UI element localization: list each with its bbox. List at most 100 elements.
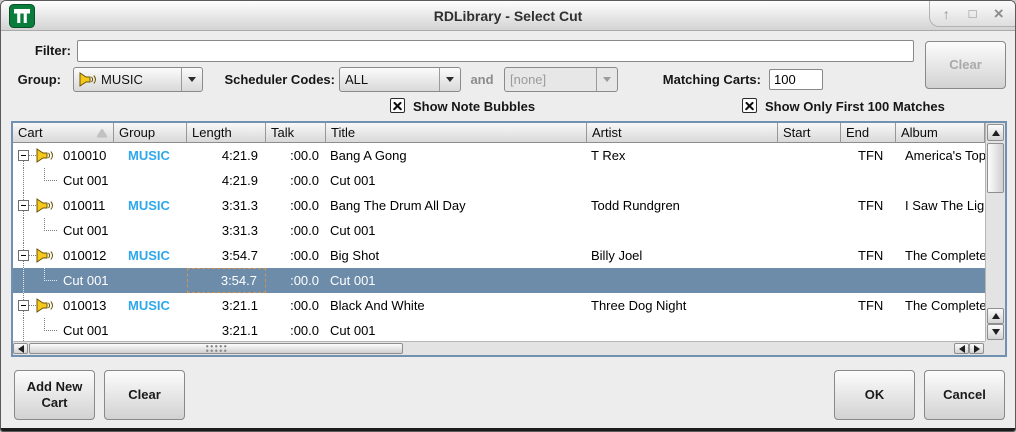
table-cell: TFN bbox=[841, 243, 896, 268]
table-cell bbox=[114, 218, 187, 243]
scheduler-codes-label: Scheduler Codes: bbox=[207, 71, 335, 89]
table-cell bbox=[778, 168, 841, 193]
tree-cell: 010010 bbox=[13, 143, 114, 168]
maximize-button[interactable]: □ bbox=[963, 6, 983, 21]
cut-row[interactable]: Cut 0014:21.9:00.0Cut 001 bbox=[13, 168, 985, 193]
tree-cell: Cut 001 bbox=[13, 318, 114, 342]
table-cell: :00.0 bbox=[266, 193, 326, 218]
scroll-down-button[interactable] bbox=[987, 324, 1004, 340]
tree-collapse-toggle[interactable] bbox=[18, 250, 29, 261]
tree-collapse-toggle[interactable] bbox=[18, 200, 29, 211]
cart-number: 010010 bbox=[63, 143, 106, 168]
table-cell: MUSIC bbox=[114, 293, 187, 318]
tree-line bbox=[23, 218, 24, 243]
speaker-icon bbox=[36, 198, 54, 213]
ok-button[interactable]: OK bbox=[834, 370, 915, 420]
cut-row[interactable]: Cut 0013:31.3:00.0Cut 001 bbox=[13, 218, 985, 243]
cut-name: Cut 001 bbox=[63, 168, 109, 193]
cut-row[interactable]: Cut 0013:21.1:00.0Cut 001 bbox=[13, 318, 985, 342]
vertical-scrollbar bbox=[985, 123, 1005, 341]
group-combobox[interactable]: MUSIC bbox=[73, 67, 203, 92]
tree-line bbox=[44, 230, 57, 231]
column-header-cart[interactable]: Cart bbox=[13, 123, 114, 143]
scroll-left-button[interactable] bbox=[13, 343, 28, 354]
tree-cell: 010011 bbox=[13, 193, 114, 218]
column-header-start[interactable]: Start bbox=[778, 123, 841, 143]
table-cell: 3:31.3 bbox=[187, 193, 266, 218]
table-cell bbox=[587, 218, 778, 243]
clear-button[interactable]: Clear bbox=[104, 370, 185, 420]
show-first-100-label: Show Only First 100 Matches bbox=[765, 98, 945, 116]
scrollbar-grip bbox=[205, 344, 227, 353]
table-cell: :00.0 bbox=[266, 268, 326, 293]
table-rows: 010010MUSIC4:21.9:00.0Bang A GongT RexTF… bbox=[13, 143, 985, 342]
table-cell bbox=[778, 143, 841, 168]
cart-row[interactable]: 010012MUSIC3:54.7:00.0Big ShotBilly Joel… bbox=[13, 243, 985, 268]
table-cell: 4:21.9 bbox=[187, 143, 266, 168]
table-header: CartGroupLengthTalkTitle Artist StartEndAl… bbox=[13, 123, 985, 143]
table-cell: TFN bbox=[841, 293, 896, 318]
scheduler-codes-value: ALL bbox=[345, 72, 368, 87]
group-badge: MUSIC bbox=[128, 198, 170, 213]
column-header-length[interactable]: Length bbox=[187, 123, 266, 143]
filter-input[interactable] bbox=[77, 40, 914, 62]
scheduler-codes-combobox[interactable]: ALL bbox=[339, 67, 461, 92]
table-cell bbox=[114, 168, 187, 193]
tree-cell: Cut 001 bbox=[13, 218, 114, 243]
table-cell bbox=[587, 318, 778, 342]
table-cell: Bang The Drum All Day bbox=[326, 193, 587, 218]
table-cell bbox=[778, 193, 841, 218]
column-header-end[interactable]: End bbox=[841, 123, 896, 143]
column-header-talk[interactable]: Talk bbox=[266, 123, 326, 143]
table-cell bbox=[841, 318, 896, 342]
cart-row[interactable]: 010011 MUSIC 3:31.3:00.0Bang The Drum All … bbox=[13, 193, 985, 218]
scroll-left-button-2[interactable] bbox=[954, 343, 969, 354]
table-cell bbox=[114, 268, 187, 293]
table-cell: I Saw The Light bbox=[896, 193, 985, 218]
cart-row[interactable]: 010010MUSIC4:21.9:00.0Bang A GongT RexTF… bbox=[13, 143, 985, 168]
column-header-group[interactable]: Group bbox=[114, 123, 187, 143]
table-cell bbox=[114, 318, 187, 342]
close-button[interactable]: × bbox=[989, 4, 1009, 24]
cancel-button[interactable]: Cancel bbox=[924, 370, 1005, 420]
cart-list-table: CartGroupLengthTalkTitle Artist StartEndAl… bbox=[11, 121, 1007, 357]
titlebar[interactable]: RDLibrary - Select Cut ↑ □ × bbox=[1, 1, 1015, 31]
speaker-icon bbox=[79, 72, 97, 87]
matching-carts-input[interactable] bbox=[769, 69, 823, 90]
table-cell: The Complete bbox=[896, 293, 985, 318]
cart-number: 010012 bbox=[63, 243, 106, 268]
column-header-title[interactable]: Title bbox=[326, 123, 587, 143]
tree-line bbox=[23, 168, 24, 193]
table-cell bbox=[896, 268, 985, 293]
column-header-album[interactable]: Album bbox=[896, 123, 985, 143]
horizontal-scrollbar-thumb[interactable] bbox=[29, 343, 403, 354]
filter-clear-button[interactable]: Clear bbox=[925, 41, 1006, 89]
column-header-artist[interactable]: Artist bbox=[587, 123, 778, 143]
table-cell: Cut 001 bbox=[326, 218, 587, 243]
show-first-100-checkbox[interactable] bbox=[742, 98, 757, 113]
scroll-right-button[interactable] bbox=[969, 343, 984, 354]
table-cell bbox=[778, 243, 841, 268]
table-cell: 3:31.3 bbox=[187, 218, 266, 243]
scroll-up-button-2[interactable] bbox=[987, 308, 1004, 324]
group-badge: MUSIC bbox=[128, 148, 170, 163]
tree-collapse-toggle[interactable] bbox=[18, 300, 29, 311]
scroll-up-button[interactable] bbox=[987, 124, 1004, 141]
window-controls: ↑ □ × bbox=[929, 1, 1015, 27]
chevron-down-icon bbox=[596, 68, 617, 91]
cart-row[interactable]: 010013MUSIC3:21.1:00.0Black And WhiteThr… bbox=[13, 293, 985, 318]
add-new-cart-button[interactable]: Add New Cart bbox=[14, 370, 95, 420]
table-cell bbox=[778, 293, 841, 318]
tree-collapse-toggle[interactable] bbox=[18, 150, 29, 161]
vertical-scrollbar-thumb[interactable] bbox=[987, 143, 1004, 193]
shade-button[interactable]: ↑ bbox=[936, 6, 956, 22]
matching-carts-label: Matching Carts: bbox=[643, 71, 761, 89]
column-header-label: Artist bbox=[592, 125, 622, 140]
tree-cell: 010013 bbox=[13, 293, 114, 318]
table-cell: Todd Rundgren bbox=[587, 193, 778, 218]
table-cell: Big Shot bbox=[326, 243, 587, 268]
show-note-bubbles-checkbox[interactable] bbox=[390, 98, 405, 113]
tree-cell: 010012 bbox=[13, 243, 114, 268]
cut-row[interactable]: Cut 0013:54.7:00.0Cut 001 bbox=[13, 268, 985, 293]
cart-number: 010013 bbox=[63, 293, 106, 318]
